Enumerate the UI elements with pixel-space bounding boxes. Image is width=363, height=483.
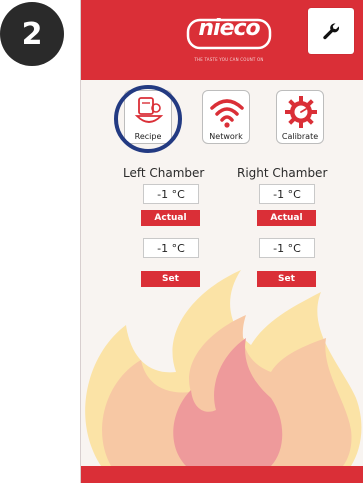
left-set-button[interactable]: Set — [141, 271, 200, 287]
step-number-badge: 2 — [0, 2, 64, 66]
wifi-icon — [210, 99, 244, 128]
calibrate-label: Calibrate — [281, 132, 319, 141]
settings-wrench-icon — [323, 23, 340, 40]
calibrate-button[interactable]: Calibrate — [276, 90, 324, 144]
right-set-button[interactable]: Set — [257, 271, 316, 287]
left-actual-button[interactable]: Actual — [141, 210, 200, 226]
left-chamber-title: Left Chamber — [123, 166, 205, 180]
right-actual-temp: -1 °C — [259, 184, 315, 204]
logo-text: nieco — [198, 16, 260, 41]
bottom-bar — [81, 466, 363, 483]
network-label: Network — [209, 132, 243, 141]
network-button[interactable]: Network — [202, 90, 250, 144]
logo-tagline: THE TASTE YOU CAN COUNT ON — [194, 57, 264, 62]
right-set-temp[interactable]: -1 °C — [259, 238, 315, 258]
calibrate-gear-icon — [285, 96, 317, 128]
left-set-temp[interactable]: -1 °C — [143, 238, 199, 258]
left-actual-temp: -1 °C — [143, 184, 199, 204]
right-chamber-title: Right Chamber — [237, 166, 328, 180]
device-screen: nieco THE TASTE YOU CAN COUNT ON Recipe … — [80, 0, 363, 483]
settings-button[interactable] — [308, 8, 354, 54]
recipe-highlight-circle — [114, 85, 182, 153]
right-actual-button[interactable]: Actual — [257, 210, 316, 226]
